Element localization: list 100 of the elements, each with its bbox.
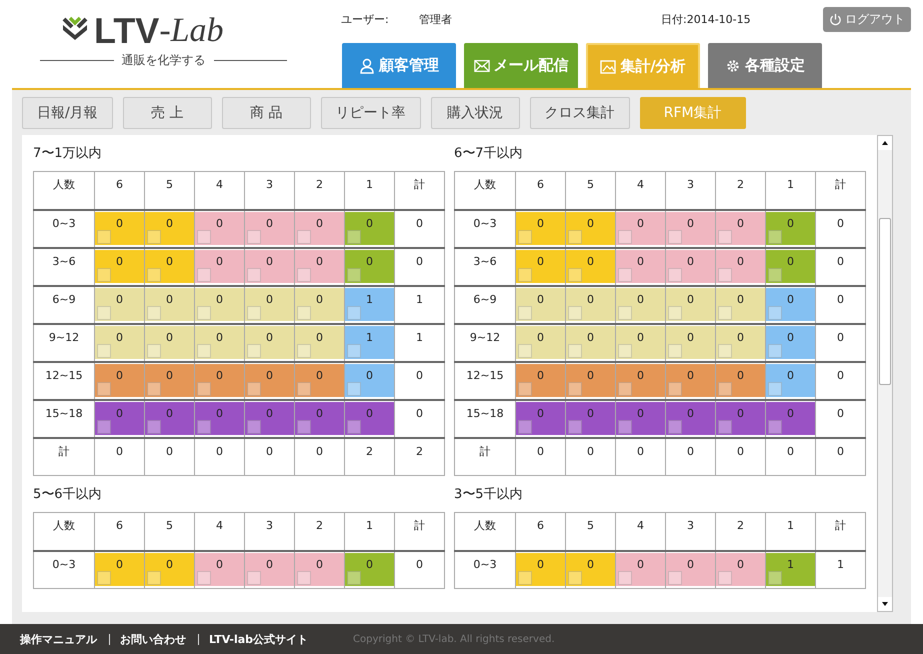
segment-cell[interactable]: 0 [296,212,344,244]
scroll-down-icon[interactable] [881,600,889,608]
segment-cell[interactable]: 0 [616,552,664,586]
sub-tab[interactable]: 商 品 [222,97,311,129]
segment-cell[interactable]: 0 [516,326,564,358]
segment-cell[interactable]: 0 [146,326,194,358]
segment-cell[interactable]: 0 [716,326,764,358]
square-icon [97,268,111,282]
segment-cell[interactable]: 0 [716,212,764,244]
segment-cell[interactable]: 0 [666,364,714,396]
scrollbar[interactable] [877,135,893,612]
segment-cell[interactable]: 0 [246,288,294,320]
segment-cell[interactable]: 0 [196,326,244,358]
nav-tab[interactable]: 各種設定 [708,43,822,88]
segment-cell[interactable]: 0 [616,212,664,244]
segment-cell[interactable]: 0 [246,250,294,282]
scroll-up-icon[interactable] [881,139,889,147]
segment-cell[interactable]: 0 [516,250,564,282]
segment-cell[interactable]: 0 [96,552,144,586]
sub-tab[interactable]: クロス集計 [530,97,630,129]
square-icon [197,570,211,584]
segment-cell[interactable]: 0 [296,326,344,358]
segment-cell[interactable]: 0 [246,326,294,358]
sub-tab[interactable]: 売 上 [122,97,212,129]
segment-cell[interactable]: 0 [196,288,244,320]
segment-cell[interactable]: 0 [96,364,144,396]
square-icon [718,420,732,434]
segment-cell[interactable]: 0 [146,250,194,282]
column-header: 人数 [454,512,516,550]
sub-tab[interactable]: リピート率 [320,97,421,129]
segment-cell[interactable]: 0 [516,288,564,320]
segment-cell[interactable]: 0 [566,212,614,244]
sub-tab[interactable]: 日報/月報 [22,97,113,129]
segment-cell[interactable]: 0 [296,288,344,320]
segment-cell[interactable]: 0 [616,326,664,358]
segment-cell[interactable]: 1 [346,288,394,320]
segment-cell[interactable]: 0 [346,364,394,396]
segment-cell[interactable]: 0 [766,288,814,320]
segment-cell[interactable]: 1 [346,326,394,358]
segment-cell[interactable]: 0 [146,288,194,320]
segment-cell[interactable]: 0 [146,212,194,244]
segment-cell[interactable]: 0 [766,326,814,358]
table-cell-text: 0 [686,444,695,458]
column-header: 1 [766,172,816,210]
segment-cell[interactable]: 0 [96,326,144,358]
segment-cell[interactable]: 0 [566,552,614,586]
segment-cell[interactable]: 0 [516,212,564,244]
segment-cell[interactable]: 0 [666,250,714,282]
square-icon [297,382,311,396]
segment-cell[interactable]: 0 [516,364,564,396]
segment-cell[interactable]: 0 [566,326,614,358]
segment-cell[interactable]: 0 [196,212,244,244]
footer-link[interactable]: 操作マニュアル [20,632,97,646]
segment-cell[interactable]: 0 [146,552,194,586]
segment-cell[interactable]: 0 [296,552,344,586]
power-icon [829,12,842,26]
segment-cell[interactable]: 0 [96,250,144,282]
segment-cell[interactable]: 0 [566,250,614,282]
square-icon [147,382,161,396]
square-icon [247,382,261,396]
copyright-text: Copyright © LTV-lab. All rights reserved. [353,634,555,644]
segment-cell[interactable]: 0 [766,364,814,396]
square-icon [618,382,632,396]
segment-cell[interactable]: 0 [616,364,664,396]
segment-cell[interactable]: 0 [766,212,814,244]
segment-cell[interactable]: 0 [716,364,764,396]
segment-cell[interactable]: 0 [716,250,764,282]
segment-cell[interactable]: 0 [96,288,144,320]
segment-cell[interactable]: 0 [766,250,814,282]
segment-cell[interactable]: 0 [296,250,344,282]
segment-cell[interactable]: 0 [566,288,614,320]
segment-cell[interactable]: 0 [196,364,244,396]
footer-link[interactable]: LTV-lab公式サイト [209,632,308,646]
segment-cell[interactable]: 0 [246,364,294,396]
segment-cell[interactable]: 0 [666,288,714,320]
square-icon [518,420,532,434]
segment-cell[interactable]: 0 [666,552,714,586]
segment-cell[interactable]: 0 [516,552,564,586]
segment-cell[interactable]: 0 [96,212,144,244]
segment-cell[interactable]: 0 [346,552,394,586]
segment-cell[interactable]: 0 [246,212,294,244]
segment-cell[interactable]: 0 [566,364,614,396]
segment-cell[interactable]: 0 [346,250,394,282]
segment-cell[interactable]: 0 [196,552,244,586]
square-icon [618,344,632,358]
segment-cell[interactable]: 0 [716,552,764,586]
column-header: 1 [344,512,394,550]
sub-tab[interactable]: 購入状況 [430,97,520,129]
segment-cell[interactable]: 0 [666,212,714,244]
segment-cell[interactable]: 0 [146,364,194,396]
segment-cell[interactable]: 0 [616,288,664,320]
segment-cell[interactable]: 0 [296,364,344,396]
segment-cell[interactable]: 0 [616,250,664,282]
segment-cell[interactable]: 0 [196,250,244,282]
segment-cell[interactable]: 1 [766,552,814,586]
segment-cell[interactable]: 0 [666,326,714,358]
footer-link[interactable]: お問い合わせ [120,632,186,646]
segment-cell[interactable]: 0 [246,552,294,586]
segment-cell[interactable]: 0 [716,288,764,320]
segment-cell[interactable]: 0 [346,212,394,244]
